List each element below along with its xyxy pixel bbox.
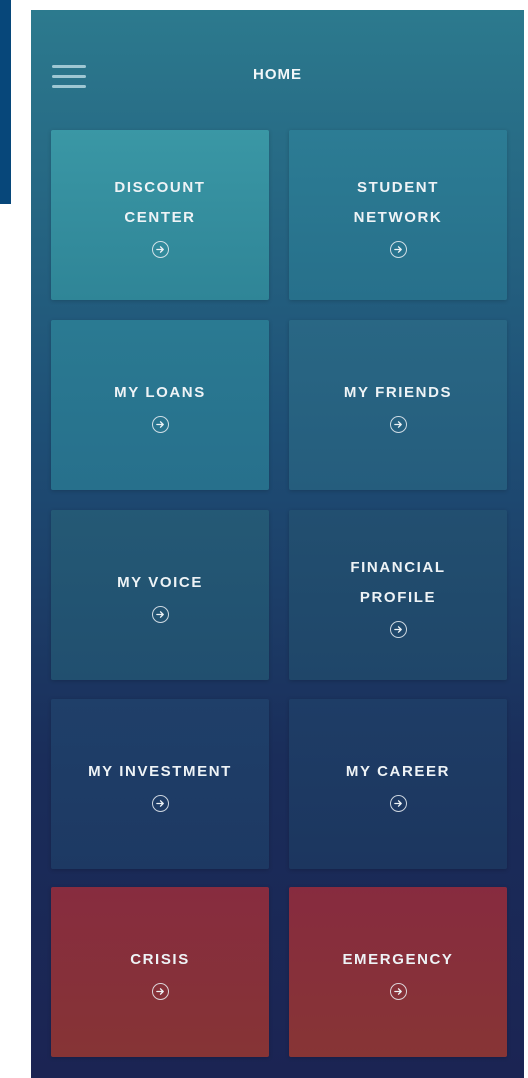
arrow-circle-right-icon bbox=[389, 415, 407, 433]
tile-label: CRISIS bbox=[130, 950, 190, 968]
tile-my-career[interactable]: MY CAREER bbox=[289, 699, 507, 869]
tile-label: MY VOICE bbox=[117, 573, 203, 591]
tile-label: MY CAREER bbox=[345, 762, 451, 780]
tile-crisis[interactable]: CRISIS bbox=[51, 887, 269, 1057]
tile-label: EMERGENCY bbox=[342, 950, 454, 968]
arrow-circle-right-icon bbox=[151, 982, 169, 1000]
tile-discount-center[interactable]: DISCOUNT CENTER bbox=[51, 130, 269, 300]
tile-label: MY LOANS bbox=[114, 383, 206, 401]
tile-student-network[interactable]: STUDENT NETWORK bbox=[289, 130, 507, 300]
arrow-circle-right-icon bbox=[151, 794, 169, 812]
tile-my-friends[interactable]: MY FRIENDS bbox=[289, 320, 507, 490]
tile-label: STUDENT NETWORK bbox=[353, 178, 443, 226]
tile-financial-profile[interactable]: FINANCIAL PROFILE bbox=[289, 510, 507, 680]
side-panel-strip bbox=[0, 0, 11, 204]
arrow-circle-right-icon bbox=[389, 982, 407, 1000]
app-screen: HOME DISCOUNT CENTER STUDENT NETWORK MY … bbox=[31, 10, 524, 1078]
tile-my-loans[interactable]: MY LOANS bbox=[51, 320, 269, 490]
menu-line bbox=[52, 85, 86, 88]
tile-emergency[interactable]: EMERGENCY bbox=[289, 887, 507, 1057]
arrow-circle-right-icon bbox=[389, 794, 407, 812]
arrow-circle-right-icon bbox=[151, 240, 169, 258]
app-header: HOME bbox=[31, 10, 524, 128]
arrow-circle-right-icon bbox=[151, 415, 169, 433]
tile-label: MY FRIENDS bbox=[343, 383, 453, 401]
tile-label: FINANCIAL PROFILE bbox=[350, 558, 446, 606]
page-title: HOME bbox=[253, 66, 302, 83]
tile-my-investment[interactable]: MY INVESTMENT bbox=[51, 699, 269, 869]
tile-label: DISCOUNT CENTER bbox=[114, 178, 206, 226]
arrow-circle-right-icon bbox=[389, 620, 407, 638]
arrow-circle-right-icon bbox=[389, 240, 407, 258]
tile-my-voice[interactable]: MY VOICE bbox=[51, 510, 269, 680]
arrow-circle-right-icon bbox=[151, 605, 169, 623]
tile-label: MY INVESTMENT bbox=[88, 762, 232, 780]
